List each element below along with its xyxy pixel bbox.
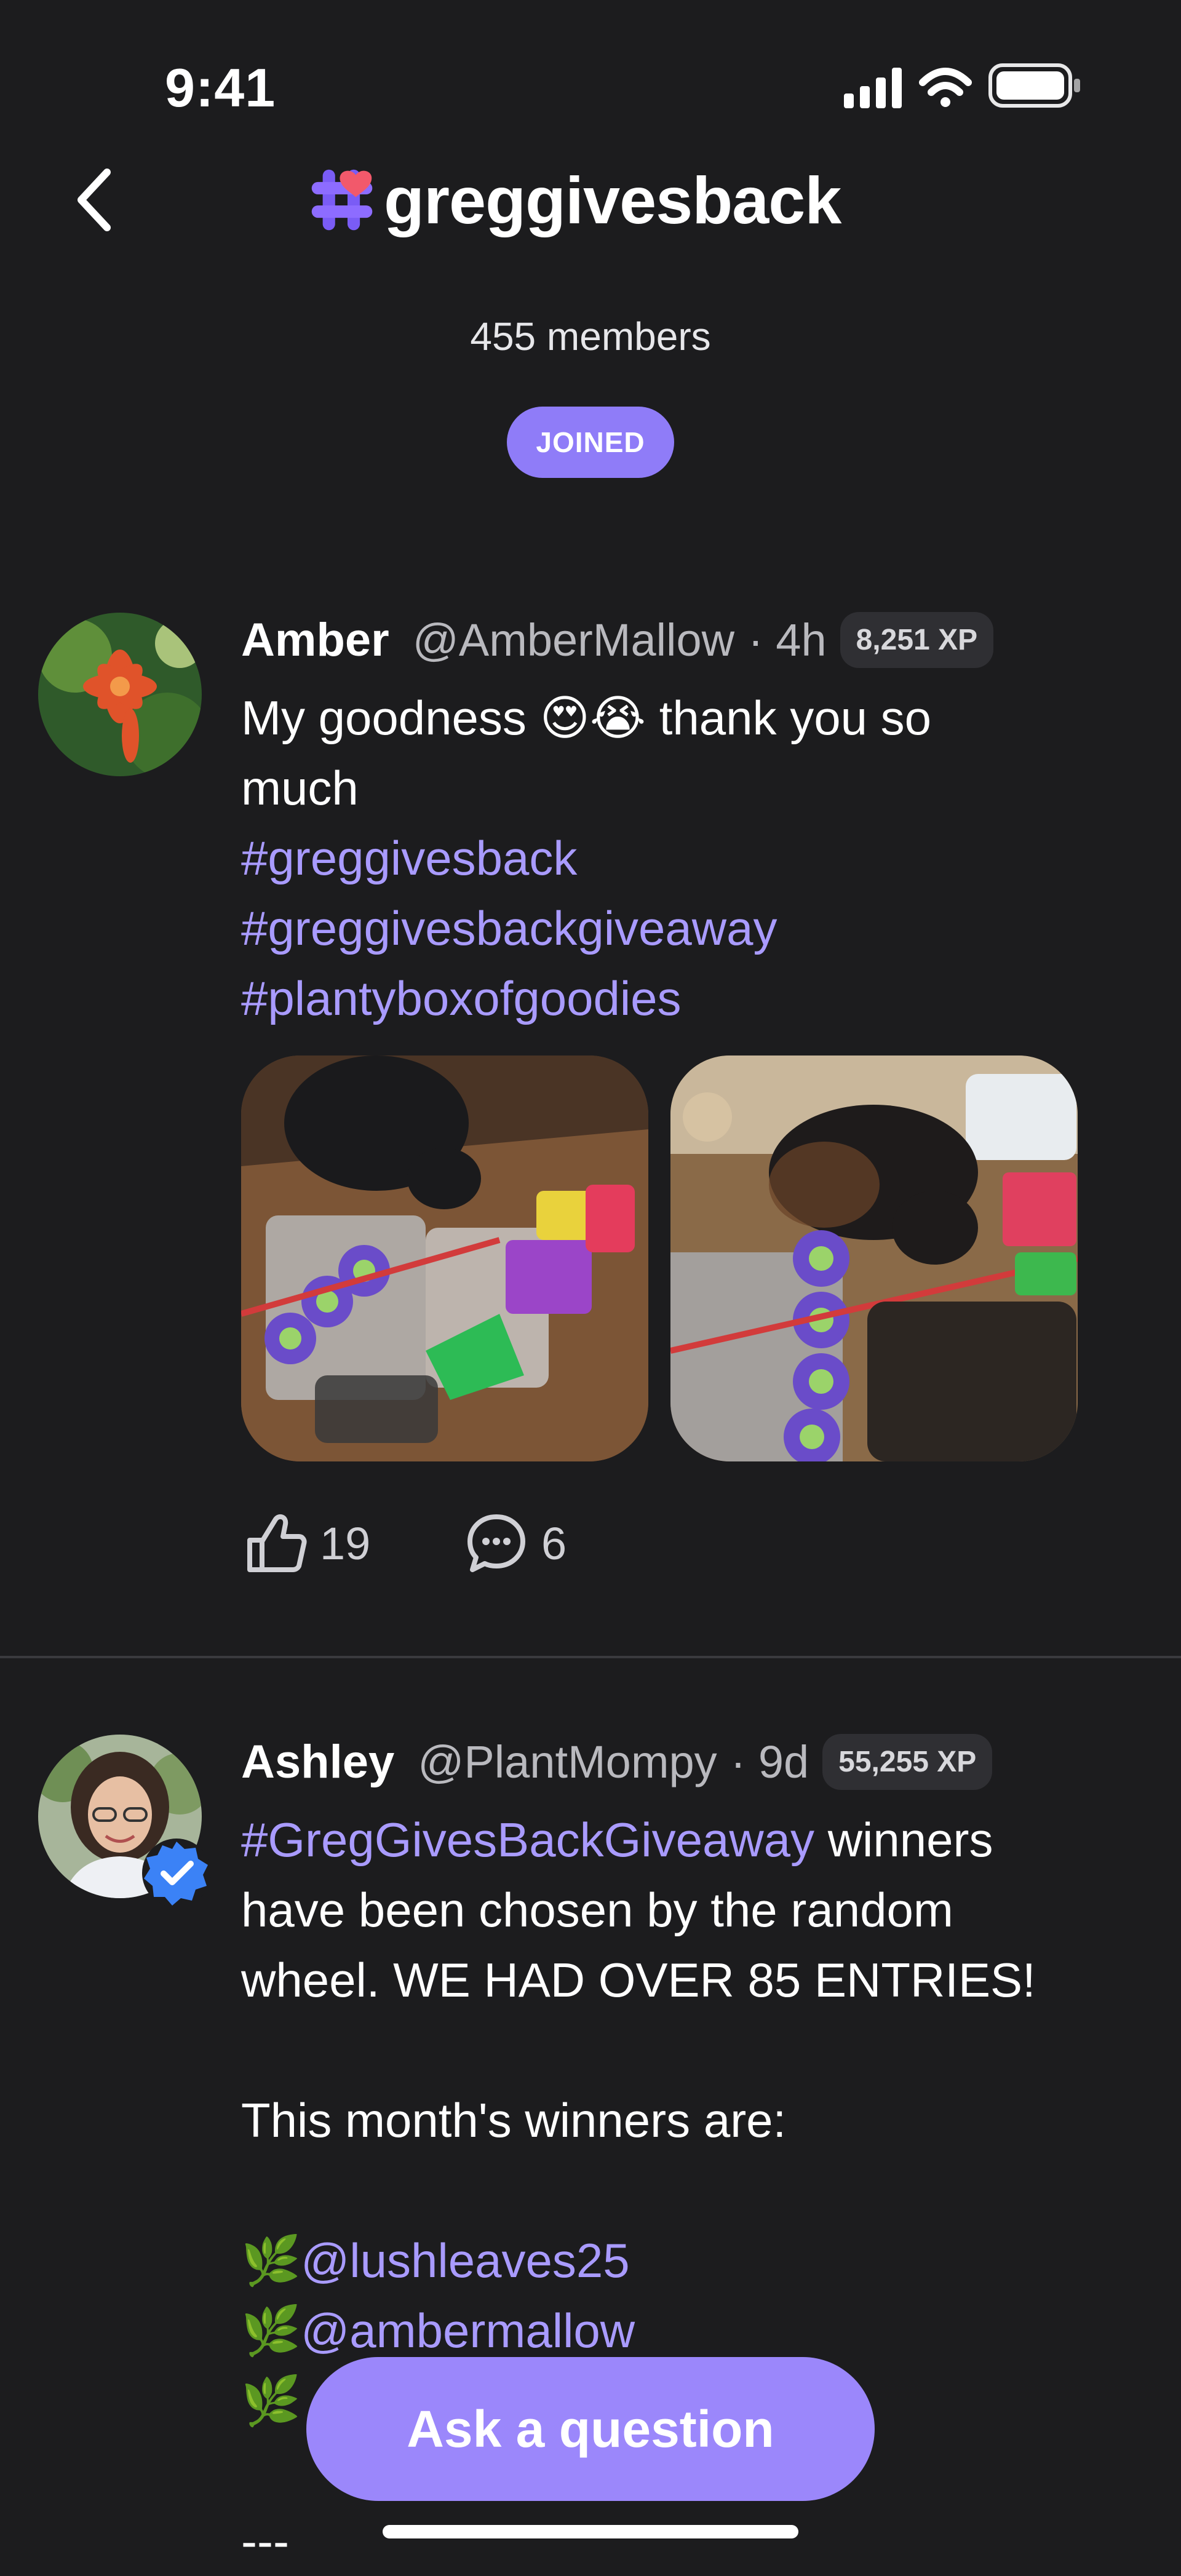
mention-link[interactable]: @ambermallow (301, 2304, 635, 2358)
post-text-line2: much (241, 761, 359, 815)
status-time: 9:41 (165, 57, 276, 118)
verified-badge-icon (142, 1839, 211, 1907)
avatar-flower-image (38, 613, 202, 776)
winner-item: 🌿@lushleaves25 (241, 2225, 1133, 2296)
winner-item: 🌿@ambermallow (241, 2296, 1133, 2366)
like-count: 19 (320, 1517, 371, 1569)
author-name[interactable]: Ashley (241, 1735, 394, 1789)
hashtag-link[interactable]: #greggivesbackgiveaway (241, 893, 1102, 963)
post-text-line1: #GregGivesBackGiveaway winners (241, 1805, 1133, 1875)
member-count: 455 members (470, 314, 711, 359)
post-text: My goodness (241, 691, 527, 745)
like-button[interactable]: 19 (241, 1509, 370, 1577)
post-text-line3: wheel. WE HAD OVER 85 ENTRIES! (241, 1953, 1036, 2007)
herb-emoji: 🌿 (241, 2304, 301, 2358)
post-header: Amber @AmberMallow · 4h 8,251 XP (241, 606, 994, 674)
status-icons (844, 63, 1080, 108)
author-name[interactable]: Amber (241, 613, 389, 667)
hashtag-link[interactable]: #GregGivesBackGiveaway (241, 1813, 814, 1867)
hashtag-link[interactable]: #plantyboxofgoodies (241, 963, 1102, 1033)
joined-button[interactable]: JOINED (507, 407, 674, 478)
post-photo-2[interactable] (670, 1055, 1078, 1461)
separator-text: --- (241, 2514, 289, 2568)
herb-emoji: 🌿 (241, 2233, 301, 2288)
photo-cat-plant-supplies (241, 1055, 648, 1461)
post-text: winners (827, 1813, 993, 1867)
avatar-amber[interactable] (38, 613, 202, 776)
comment-count: 6 (541, 1517, 567, 1569)
post-text-line2: have been chosen by the random (241, 1883, 953, 1937)
post-body: My goodness 😍😭 thank you so much #greggi… (241, 683, 1102, 1033)
emoji-heart-eyes-crying: 😍😭 (539, 691, 646, 745)
xp-badge: 55,255 XP (822, 1733, 993, 1790)
post-photo-1[interactable] (241, 1055, 648, 1461)
author-handle[interactable]: @AmberMallow (413, 614, 734, 666)
community-title: greggivesback (308, 157, 841, 243)
photo-cat-plant-supplies (670, 1055, 1078, 1461)
post-text-line1: My goodness 😍😭 thank you so (241, 683, 1102, 753)
post-time: · 4h (748, 614, 827, 666)
author-handle[interactable]: @PlantMompy (418, 1736, 717, 1788)
post-text-line4: This month's winners are: (241, 2093, 787, 2147)
xp-badge: 8,251 XP (840, 611, 994, 668)
back-chevron-icon[interactable] (73, 166, 116, 234)
comment-button[interactable]: 6 (463, 1509, 567, 1577)
home-indicator (383, 2525, 798, 2538)
wifi-icon (919, 68, 972, 107)
battery-icon (988, 63, 1080, 108)
post-divider (0, 1656, 1181, 1658)
post-text: thank you so (659, 691, 932, 745)
community-name: greggivesback (384, 162, 841, 237)
herb-emoji: 🌿 (241, 2374, 301, 2428)
post-time: · 9d (730, 1736, 809, 1787)
hashtag-link[interactable]: #greggivesback (241, 823, 1102, 893)
ask-question-button[interactable]: Ask a question (306, 2357, 875, 2501)
cellular-signal-icon (844, 68, 902, 108)
thumbs-up-icon (247, 1514, 307, 1572)
post-header: Ashley @PlantMompy · 9d 55,255 XP (241, 1728, 993, 1795)
comment-bubble-icon (467, 1514, 525, 1572)
mention-link[interactable]: @lushleaves25 (301, 2233, 630, 2288)
hashtag-logo-icon (311, 169, 373, 231)
